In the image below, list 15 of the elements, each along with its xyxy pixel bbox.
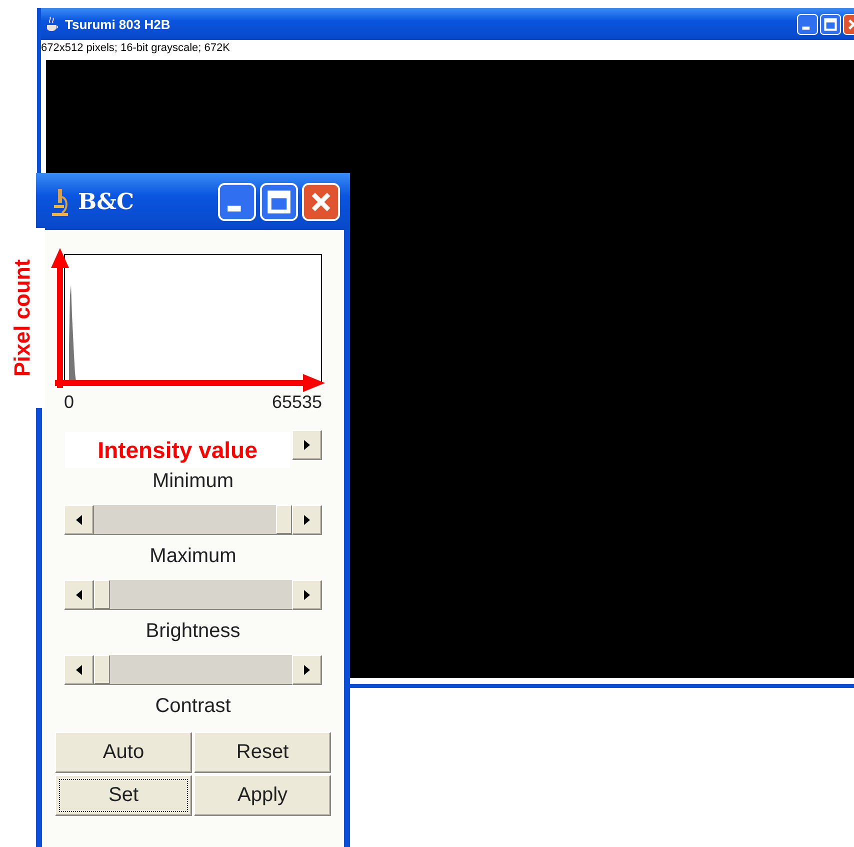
window-title: Tsurumi 803 H2B — [65, 16, 172, 32]
slider-label: Brightness — [144, 620, 242, 643]
slider-label: Contrast — [154, 695, 232, 718]
slider-label: Maximum — [148, 545, 238, 568]
axis-annotation: Intensity value — [65, 432, 290, 468]
image-info-text: 672x512 pixels; 16-bit grayscale; 672K — [41, 41, 231, 56]
window-title: B&C — [78, 188, 135, 214]
dialog-button[interactable]: Reset — [194, 732, 331, 773]
axis-annotation: Pixel count — [10, 259, 36, 377]
range-max-label: 65535 — [272, 392, 322, 414]
range-min-label: 0 — [64, 392, 74, 414]
dialog-button[interactable]: Auto — [55, 732, 192, 773]
slider-label: Minimum — [151, 470, 235, 493]
dialog-button[interactable]: Apply — [194, 775, 331, 816]
dialog-button[interactable]: Set — [55, 775, 192, 816]
